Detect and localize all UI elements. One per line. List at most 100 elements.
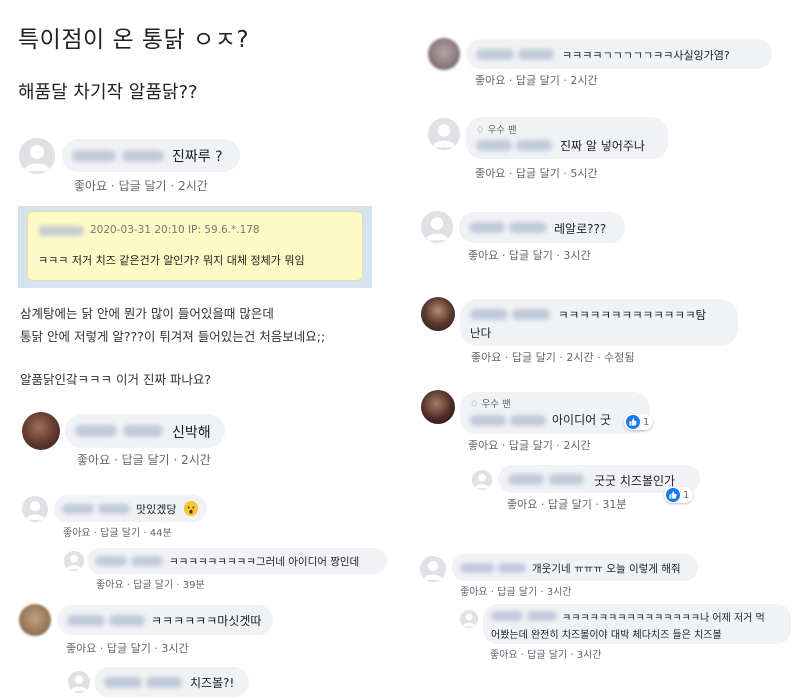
reply-link[interactable]: 답글 달기 bbox=[516, 167, 560, 180]
comment-time[interactable]: 2시간 bbox=[563, 439, 590, 452]
reaction-count[interactable]: 1 bbox=[624, 414, 654, 430]
avatar[interactable] bbox=[428, 38, 460, 70]
comment-text: 치즈볼?! bbox=[190, 676, 235, 690]
avatar[interactable] bbox=[421, 211, 453, 243]
blurred-username bbox=[470, 309, 508, 320]
like-link[interactable]: 좋아요 bbox=[468, 439, 498, 452]
comment-text: 어봤는데 완전히 치즈볼이야 대박 체다치즈 들은 치즈볼 bbox=[491, 630, 722, 641]
like-link[interactable]: 좋아요 bbox=[77, 453, 110, 467]
comment-text: 레알로??? bbox=[554, 222, 607, 236]
comment-actions: 좋아요 · 답글 달기 · 3시간 bbox=[468, 249, 591, 262]
comment-text: 개웃기네 ㅠㅠㅠ 오늘 이렇게 해줘 bbox=[532, 563, 681, 575]
blurred-username bbox=[510, 415, 546, 426]
avatar[interactable] bbox=[428, 118, 460, 150]
comment-text: 굿굿 치즈볼인가 bbox=[594, 474, 676, 488]
comment-time[interactable]: 3시간 bbox=[547, 587, 572, 598]
post-body-line: 알품닭인갘ㅋㅋㅋ 이거 진짜 파나요? bbox=[20, 372, 212, 387]
reply-link[interactable]: 답글 달기 bbox=[107, 642, 151, 655]
comment-actions: 좋아요 · 답글 달기 · 31분 bbox=[507, 498, 627, 511]
like-thumb-icon bbox=[666, 488, 680, 502]
comment-time[interactable]: 3시간 bbox=[161, 642, 188, 655]
reply-link[interactable]: 답글 달기 bbox=[119, 179, 167, 193]
like-link[interactable]: 좋아요 bbox=[507, 498, 537, 511]
like-link[interactable]: 좋아요 bbox=[66, 642, 96, 655]
blurred-username bbox=[508, 474, 544, 485]
default-user-icon bbox=[460, 610, 478, 628]
reply-link[interactable]: 답글 달기 bbox=[516, 74, 560, 87]
blurred-username bbox=[72, 150, 116, 162]
comment-time[interactable]: 5시간 bbox=[570, 167, 597, 180]
avatar[interactable] bbox=[460, 610, 478, 628]
like-link[interactable]: 좋아요 bbox=[460, 587, 488, 598]
comment-bubble: ㅋㅋㅋㅋㅋㅋ마싯겟따 bbox=[57, 605, 273, 635]
like-link[interactable]: 좋아요 bbox=[471, 351, 501, 364]
post-title: 특이점이 온 통닭 ㅇㅈ? bbox=[18, 27, 250, 53]
comment-time[interactable]: 2시간 bbox=[570, 74, 597, 87]
reaction-count[interactable]: 1 bbox=[664, 487, 694, 503]
comment-time[interactable]: 39분 bbox=[183, 580, 205, 591]
diamond-icon: ♢ bbox=[476, 125, 485, 136]
blurred-username bbox=[469, 222, 505, 233]
avatar[interactable] bbox=[19, 604, 51, 636]
comment-time[interactable]: 2시간 bbox=[566, 351, 593, 364]
blurred-username bbox=[512, 309, 550, 320]
like-link[interactable]: 좋아요 bbox=[475, 167, 505, 180]
comment-actions: 좋아요 · 답글 달기 · 2시간 bbox=[475, 74, 598, 87]
like-link[interactable]: 좋아요 bbox=[468, 249, 498, 262]
comment-actions: 좋아요 · 답글 달기 · 2시간 bbox=[74, 179, 208, 193]
comment-actions: 좋아요 · 답글 달기 · 3시간 bbox=[66, 642, 189, 655]
avatar[interactable] bbox=[421, 390, 455, 424]
default-user-icon bbox=[19, 138, 55, 174]
comment-time[interactable]: 3시간 bbox=[577, 650, 602, 661]
comment-text: 아이디어 굿 bbox=[552, 413, 612, 427]
blurred-username bbox=[470, 415, 506, 426]
avatar[interactable] bbox=[472, 470, 492, 490]
blurred-username bbox=[75, 425, 117, 437]
reply-link[interactable]: 답글 달기 bbox=[548, 498, 592, 511]
blurred-username bbox=[548, 474, 584, 485]
like-thumb-icon bbox=[626, 415, 640, 429]
default-user-icon bbox=[22, 496, 48, 522]
like-link[interactable]: 좋아요 bbox=[63, 528, 91, 539]
blurred-username bbox=[123, 425, 163, 437]
avatar[interactable] bbox=[19, 138, 55, 174]
reply-link[interactable]: 답글 달기 bbox=[122, 453, 170, 467]
blurred-username bbox=[516, 140, 552, 151]
comment-actions: 좋아요 · 답글 달기 · 39분 bbox=[96, 580, 205, 591]
avatar[interactable] bbox=[22, 412, 60, 450]
comment-time[interactable]: 2시간 bbox=[178, 179, 208, 193]
quote-meta: 2020-03-31 20:10 IP: 59.6.*.178 bbox=[90, 224, 260, 236]
comment-text: 난다 bbox=[470, 326, 492, 340]
reply-link[interactable]: 답글 달기 bbox=[527, 650, 567, 661]
avatar[interactable] bbox=[421, 297, 455, 331]
avatar[interactable] bbox=[68, 671, 90, 693]
comment-text: ㅋㅋㅋㅋㅋㅋㅋㅋㅋㅋㅋㅋㅋㅋㅋ나 어제 저거 먹 bbox=[562, 613, 765, 624]
reply-link[interactable]: 답글 달기 bbox=[497, 587, 537, 598]
comment-actions: 좋아요 · 답글 달기 · 2시간 bbox=[77, 453, 211, 467]
comment-text: ㅋㅋㅋㅋㅋㅋㅋㅋㅋㅋㅋㅋㅋ탐 bbox=[558, 308, 707, 322]
avatar[interactable] bbox=[420, 556, 446, 582]
blurred-username bbox=[509, 222, 547, 233]
comment-time[interactable]: 31분 bbox=[602, 498, 626, 511]
like-link[interactable]: 좋아요 bbox=[490, 650, 518, 661]
reply-link[interactable]: 답글 달기 bbox=[509, 439, 553, 452]
like-link[interactable]: 좋아요 bbox=[74, 179, 107, 193]
comment-actions: 좋아요 · 답글 달기 · 3시간 bbox=[490, 650, 602, 661]
comment-actions: 좋아요 · 답글 달기 · 3시간 bbox=[460, 587, 572, 598]
blurred-username bbox=[476, 140, 512, 151]
reply-link[interactable]: 답글 달기 bbox=[133, 580, 173, 591]
blurred-username bbox=[131, 556, 163, 566]
avatar[interactable] bbox=[22, 496, 48, 522]
comment-time[interactable]: 2시간 bbox=[181, 453, 211, 467]
comment-time[interactable]: 44분 bbox=[150, 528, 172, 539]
comment-time[interactable]: 3시간 bbox=[563, 249, 590, 262]
like-link[interactable]: 좋아요 bbox=[475, 74, 505, 87]
reply-link[interactable]: 답글 달기 bbox=[100, 528, 140, 539]
reply-link[interactable]: 답글 달기 bbox=[512, 351, 556, 364]
reply-link[interactable]: 답글 달기 bbox=[509, 249, 553, 262]
comment-text: 맛있겠당 bbox=[136, 503, 177, 516]
default-user-icon bbox=[421, 211, 453, 243]
comment-actions: 좋아요 · 답글 달기 · 2시간 · 수정됨 bbox=[471, 351, 635, 364]
avatar[interactable] bbox=[64, 551, 84, 571]
like-link[interactable]: 좋아요 bbox=[96, 580, 124, 591]
